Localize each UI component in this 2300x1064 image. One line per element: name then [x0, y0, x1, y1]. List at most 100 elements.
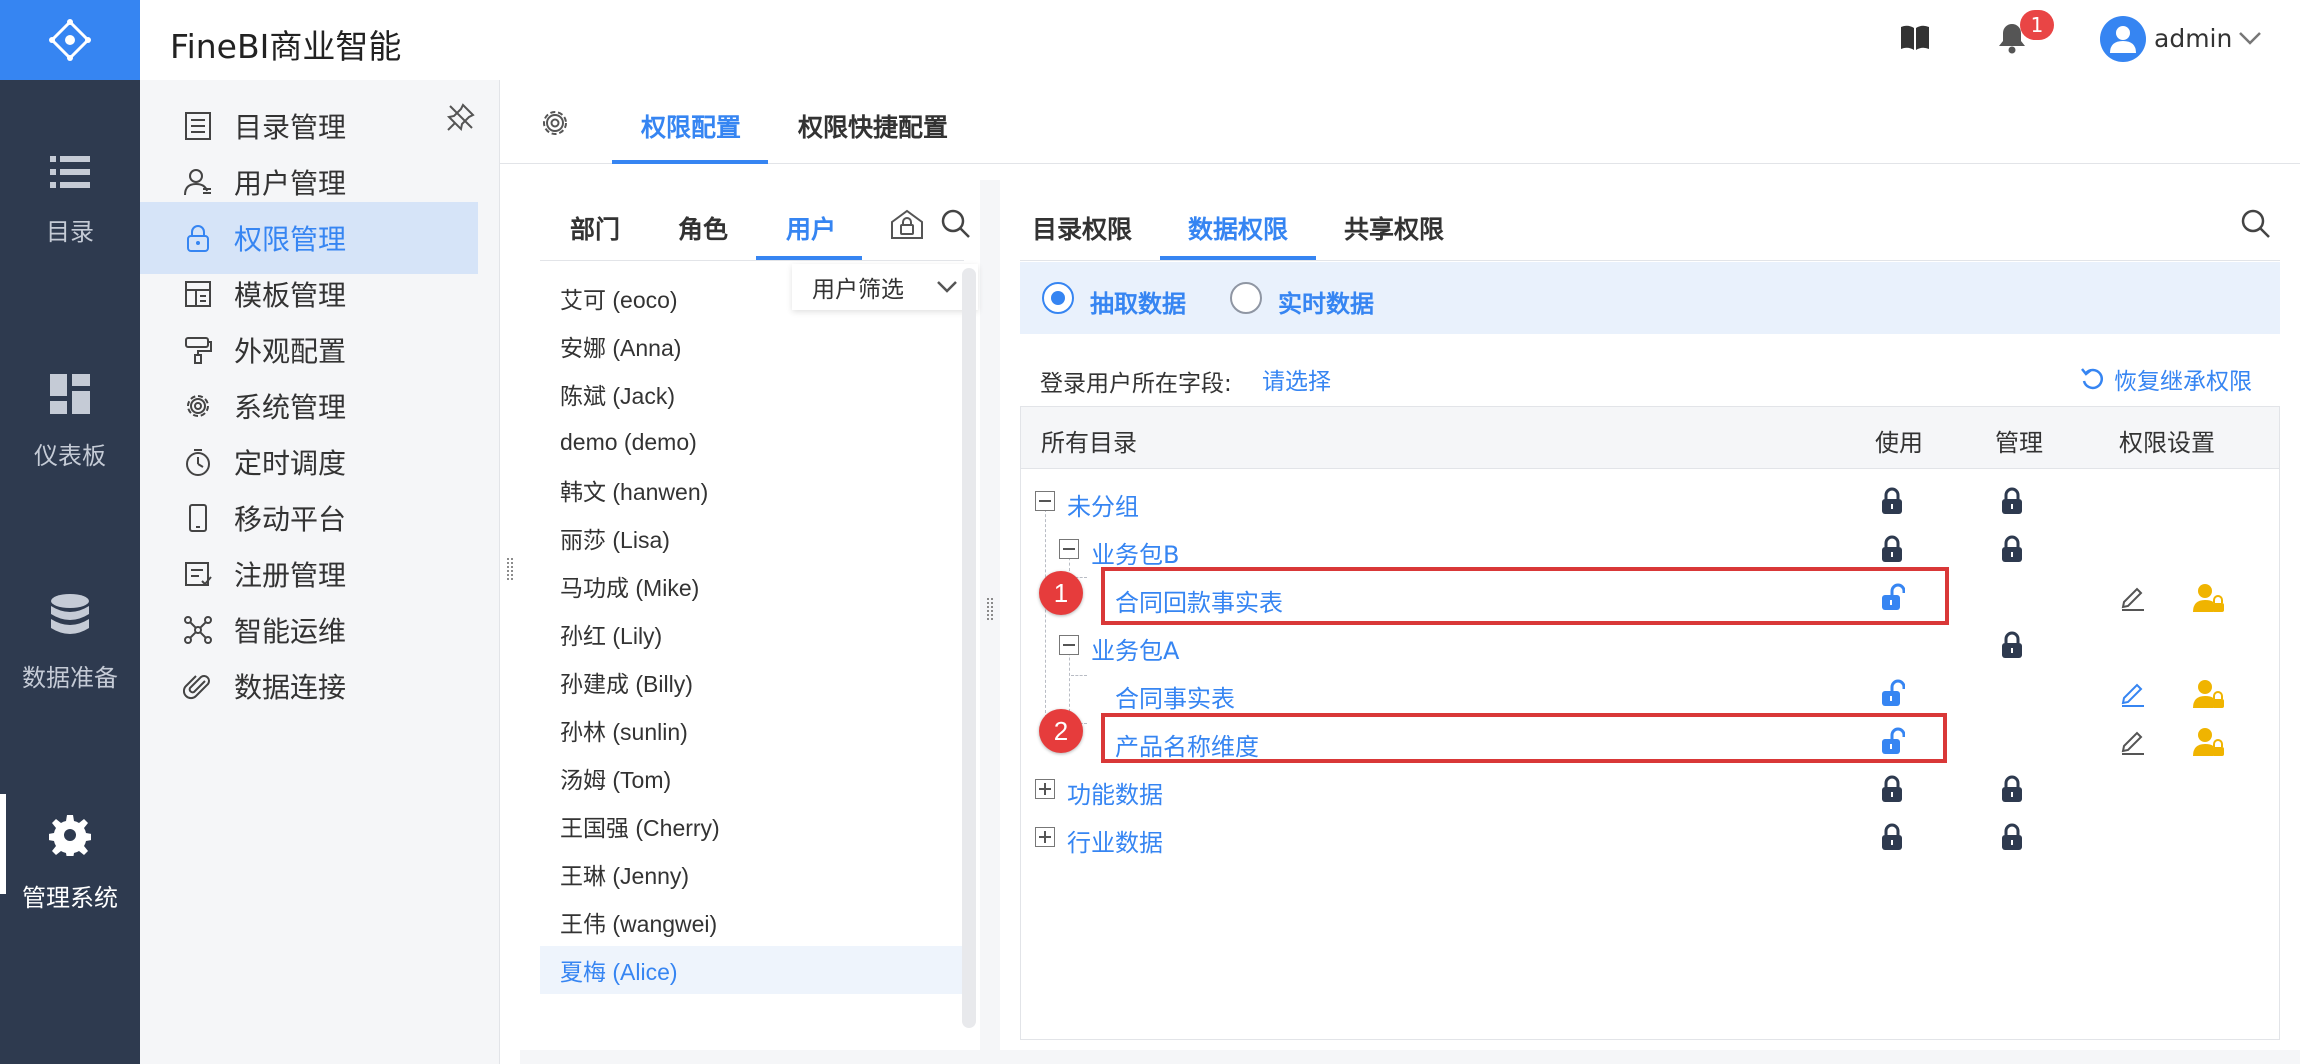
lock-icon[interactable] — [2001, 487, 2023, 515]
drag-handle-icon[interactable] — [986, 596, 994, 624]
rail-item-admin[interactable]: 管理系统 — [0, 794, 140, 913]
left-rail: 目录 仪表板 数据准备 管理系统 — [0, 0, 140, 1064]
active-tab-indicator — [612, 160, 768, 164]
menu-item-label: 目录管理 — [234, 111, 347, 144]
tab-department[interactable]: 部门 — [570, 210, 620, 246]
tree-node-label[interactable]: 业务包B — [1091, 535, 1179, 570]
tab-data-permission[interactable]: 数据权限 — [1188, 210, 1288, 246]
tree-node-label[interactable]: 业务包A — [1091, 631, 1179, 666]
menu-item-label: 权限管理 — [234, 223, 347, 256]
login-field-select[interactable]: 请选择 — [1262, 362, 1331, 396]
rail-item-catalog[interactable]: 目录 — [0, 154, 140, 247]
login-field-label: 登录用户所在字段: — [1040, 371, 1232, 397]
lock-icon[interactable] — [2001, 631, 2023, 659]
list-item[interactable]: 丽莎 (Lisa) — [540, 514, 964, 562]
tree-node-label[interactable]: 合同事实表 — [1115, 679, 1235, 714]
tree-node-label[interactable]: 未分组 — [1067, 487, 1139, 522]
list-item[interactable]: 孙林 (sunlin) — [540, 706, 964, 754]
user-list-scrollbar[interactable] — [962, 268, 976, 1028]
list-item[interactable]: 韩文 (hanwen) — [540, 466, 964, 514]
edit-icon[interactable] — [2119, 679, 2147, 707]
menu-item-data-connection[interactable]: 数据连接 — [140, 650, 478, 722]
rail-item-data-prep[interactable]: 数据准备 — [0, 594, 140, 693]
table-row[interactable]: 未分组 — [1021, 477, 2279, 525]
tab-catalog-permission[interactable]: 目录权限 — [1032, 210, 1132, 246]
user-name[interactable]: admin — [2154, 24, 2232, 53]
list-item[interactable]: 王国强 (Cherry) — [540, 802, 964, 850]
list-item-selected[interactable]: 夏梅 (Alice) — [540, 946, 964, 994]
user-lock-icon[interactable] — [2193, 727, 2225, 757]
tab-permission-quick-config[interactable]: 权限快捷配置 — [798, 108, 948, 144]
lock-icon[interactable] — [1881, 487, 1903, 515]
unlock-icon[interactable] — [1881, 679, 1905, 707]
radio-label-extract[interactable]: 抽取数据 — [1090, 284, 1186, 319]
settings-icon[interactable] — [540, 108, 570, 138]
menu-item-label: 模板管理 — [234, 279, 347, 312]
edit-icon[interactable] — [2119, 727, 2147, 755]
tree-node-label[interactable]: 行业数据 — [1067, 823, 1163, 858]
network-icon — [180, 612, 216, 648]
lock-icon[interactable] — [1881, 775, 1903, 803]
user-lock-icon[interactable] — [2193, 583, 2225, 613]
rail-item-dashboard[interactable]: 仪表板 — [0, 374, 140, 471]
expand-toggle[interactable] — [1035, 779, 1055, 799]
list-item[interactable]: 陈斌 (Jack) — [540, 370, 964, 418]
radio-label-realtime[interactable]: 实时数据 — [1278, 284, 1374, 319]
logo-icon — [49, 19, 91, 61]
callout-badge-2: 2 — [1039, 709, 1083, 753]
expand-toggle[interactable] — [1035, 827, 1055, 847]
data-mode-bar: 抽取数据 实时数据 — [1020, 262, 2280, 334]
lock-icon[interactable] — [1881, 535, 1903, 563]
list-item[interactable]: demo (demo) — [540, 418, 964, 466]
collapse-toggle[interactable] — [1059, 539, 1079, 559]
lock-icon[interactable] — [2001, 535, 2023, 563]
table-row[interactable]: 合同事实表 — [1021, 669, 2279, 717]
radio-extract-data[interactable] — [1042, 282, 1074, 314]
table-row[interactable]: 行业数据 — [1021, 813, 2279, 861]
user-lock-icon[interactable] — [2193, 679, 2225, 709]
rail-item-label: 管理系统 — [22, 884, 118, 912]
avatar[interactable] — [2100, 16, 2146, 62]
list-item[interactable]: 王琳 (Jenny) — [540, 850, 964, 898]
tree-node-label[interactable]: 功能数据 — [1067, 775, 1163, 810]
divider — [540, 260, 964, 261]
table-row[interactable]: 业务包A — [1021, 621, 2279, 669]
restore-label: 恢复继承权限 — [2114, 369, 2252, 395]
table-row[interactable]: 功能数据 — [1021, 765, 2279, 813]
collapse-toggle[interactable] — [1059, 635, 1079, 655]
book-icon[interactable] — [1900, 24, 1930, 52]
tab-user[interactable]: 用户 — [786, 210, 836, 246]
lock-icon[interactable] — [2001, 775, 2023, 803]
search-icon[interactable] — [940, 208, 972, 240]
rail-item-label: 数据准备 — [22, 664, 118, 692]
list-item[interactable]: 马功成 (Mike) — [540, 562, 964, 610]
search-icon[interactable] — [2240, 208, 2272, 240]
table-row[interactable]: 业务包B — [1021, 525, 2279, 573]
dashboard-icon — [50, 374, 90, 414]
list-item[interactable]: 孙红 (Lily) — [540, 610, 964, 658]
list-item[interactable]: 孙建成 (Billy) — [540, 658, 964, 706]
lock-icon[interactable] — [1881, 823, 1903, 851]
tab-permission-config[interactable]: 权限配置 — [641, 108, 741, 144]
app-logo[interactable] — [0, 0, 140, 80]
list-item[interactable]: 王伟 (wangwei) — [540, 898, 964, 946]
radio-realtime-data[interactable] — [1230, 282, 1262, 314]
rail-item-label: 目录 — [46, 218, 94, 246]
top-tab-bar: 权限配置 权限快捷配置 — [500, 80, 2300, 164]
tab-role[interactable]: 角色 — [678, 210, 728, 246]
chevron-down-icon[interactable] — [2238, 30, 2262, 46]
collapse-toggle[interactable] — [1035, 491, 1055, 511]
drag-handle-icon[interactable] — [506, 556, 514, 584]
user-panel: 部门 角色 用户 用户筛选 艾可 (eoco) 安娜 (Anna) 陈斌 (Ja… — [520, 180, 980, 1050]
list-item[interactable]: 安娜 (Anna) — [540, 322, 964, 370]
list-item[interactable]: 汤姆 (Tom) — [540, 754, 964, 802]
restore-inherit-button[interactable]: 恢复继承权限 — [2080, 362, 2252, 396]
tab-share-permission[interactable]: 共享权限 — [1344, 210, 1444, 246]
lock-icon[interactable] — [2001, 823, 2023, 851]
menu-item-label: 用户管理 — [234, 167, 347, 200]
list-item[interactable]: 艾可 (eoco) — [540, 274, 964, 322]
user-avatar-icon — [2110, 26, 2136, 53]
edit-icon[interactable] — [2119, 583, 2147, 611]
lock-box-icon[interactable] — [890, 208, 924, 240]
gear-icon — [180, 388, 216, 424]
